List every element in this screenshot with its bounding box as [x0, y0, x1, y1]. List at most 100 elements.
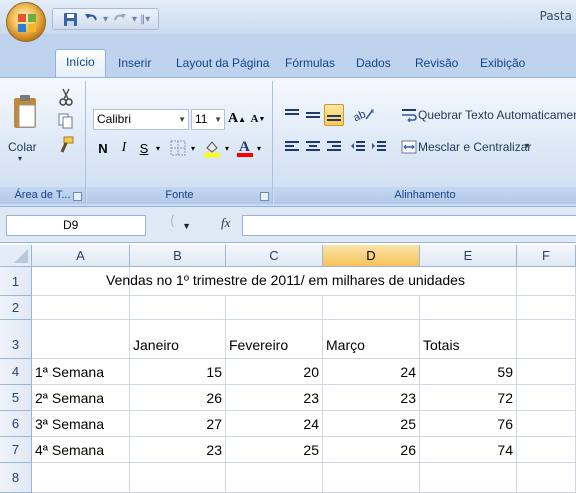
cell-f6[interactable] — [517, 411, 576, 437]
cell-f2[interactable] — [517, 296, 576, 320]
cell-b5[interactable]: 26 — [130, 385, 226, 411]
customize-qat-icon[interactable]: ‖▾ — [140, 14, 150, 25]
cell-c7[interactable]: 25 — [226, 437, 323, 463]
row-header-8[interactable]: 8 — [0, 463, 32, 493]
font-name-combo[interactable]: Calibri ▼ — [93, 109, 189, 130]
cell-f7[interactable] — [517, 437, 576, 463]
cell-b8[interactable] — [130, 463, 226, 493]
format-painter-icon[interactable] — [56, 135, 76, 155]
cell-a5[interactable]: 2ª Semana — [32, 385, 130, 411]
row-header-3[interactable]: 3 — [0, 320, 32, 359]
column-header-e[interactable]: E — [420, 245, 517, 267]
fill-color-dropdown-icon[interactable]: ▾ — [223, 137, 231, 159]
column-header-c[interactable]: C — [226, 245, 323, 267]
font-color-dropdown-icon[interactable]: ▾ — [255, 137, 263, 159]
cell-f3[interactable] — [517, 320, 576, 359]
tab-exibicao[interactable]: Exibição — [480, 51, 525, 75]
merge-center-icon[interactable] — [400, 137, 418, 157]
cell-d3[interactable]: Março — [323, 320, 420, 359]
cut-icon[interactable] — [56, 87, 76, 107]
shrink-font-icon[interactable]: A ▼ — [249, 108, 267, 130]
cell-d8[interactable] — [323, 463, 420, 493]
grow-font-icon[interactable]: A ▲ — [228, 108, 246, 130]
borders-dropdown-icon[interactable]: ▾ — [189, 137, 197, 159]
row-header-5[interactable]: 5 — [0, 385, 32, 411]
paste-dropdown-icon[interactable]: ▾ — [18, 154, 22, 163]
cell-b7[interactable]: 23 — [130, 437, 226, 463]
cell-d2[interactable] — [323, 296, 420, 320]
office-button[interactable] — [6, 2, 46, 42]
column-header-a[interactable]: A — [32, 245, 130, 267]
merge-center-dropdown-icon[interactable]: ▾ — [525, 141, 529, 150]
cell-d7[interactable]: 26 — [323, 437, 420, 463]
row-header-1[interactable]: 1 — [0, 267, 32, 296]
formula-input[interactable] — [242, 215, 576, 236]
row-header-4[interactable]: 4 — [0, 359, 32, 385]
merge-center-label[interactable]: Mesclar e Centralizar — [418, 140, 531, 154]
font-size-combo[interactable]: 11 ▼ — [191, 109, 225, 130]
cell-a3[interactable] — [32, 320, 130, 359]
column-header-d[interactable]: D — [323, 245, 420, 267]
cell-b4[interactable]: 15 — [130, 359, 226, 385]
underline-dropdown-icon[interactable]: ▾ — [153, 137, 163, 159]
paste-icon[interactable] — [10, 87, 40, 137]
align-left-icon[interactable] — [282, 136, 302, 158]
cell-c3[interactable]: Fevereiro — [226, 320, 323, 359]
cell-a7[interactable]: 4ª Semana — [32, 437, 130, 463]
fill-color-icon[interactable] — [201, 137, 223, 159]
cell-e5[interactable]: 72 — [420, 385, 517, 411]
column-header-f[interactable]: F — [517, 245, 576, 267]
save-icon[interactable] — [61, 10, 79, 28]
row-header-7[interactable]: 7 — [0, 437, 32, 463]
cell-c6[interactable]: 24 — [226, 411, 323, 437]
cell-b3[interactable]: Janeiro — [130, 320, 226, 359]
tab-inserir[interactable]: Inserir — [118, 51, 151, 75]
align-right-icon[interactable] — [324, 136, 344, 158]
decrease-indent-icon[interactable] — [348, 136, 368, 158]
cell-d5[interactable]: 23 — [323, 385, 420, 411]
increase-indent-icon[interactable] — [369, 136, 389, 158]
cell-e3[interactable]: Totais — [420, 320, 517, 359]
cell-c4[interactable]: 20 — [226, 359, 323, 385]
redo-icon[interactable] — [111, 10, 129, 28]
undo-icon[interactable] — [82, 10, 100, 28]
cell-c8[interactable] — [226, 463, 323, 493]
name-box[interactable]: D9 ▼ — [6, 215, 191, 236]
font-launcher-icon[interactable] — [260, 192, 269, 201]
redo-dropdown-icon[interactable]: ▾ — [132, 14, 137, 25]
cell-a8[interactable] — [32, 463, 130, 493]
select-all-corner[interactable] — [0, 245, 32, 267]
italic-button[interactable]: I — [115, 137, 133, 159]
wrap-text-label[interactable]: Quebrar Texto Automaticamente — [418, 108, 576, 122]
cell-d4[interactable]: 24 — [323, 359, 420, 385]
clipboard-launcher-icon[interactable] — [73, 192, 82, 201]
cell-b2[interactable] — [130, 296, 226, 320]
cell-a4[interactable]: 1ª Semana — [32, 359, 130, 385]
font-name-dropdown-icon[interactable]: ▼ — [178, 110, 186, 129]
cell-f5[interactable] — [517, 385, 576, 411]
paste-label[interactable]: Colar — [8, 140, 37, 154]
cell-a6[interactable]: 3ª Semana — [32, 411, 130, 437]
row-header-2[interactable]: 2 — [0, 296, 32, 320]
cell-c2[interactable] — [226, 296, 323, 320]
copy-icon[interactable] — [56, 111, 76, 131]
cell-a2[interactable] — [32, 296, 130, 320]
wrap-text-icon[interactable] — [400, 105, 418, 125]
tab-revisao[interactable]: Revisão — [415, 51, 458, 75]
cell-c5[interactable]: 23 — [226, 385, 323, 411]
cell-e7[interactable]: 74 — [420, 437, 517, 463]
undo-dropdown-icon[interactable]: ▾ — [103, 14, 108, 25]
insert-function-icon[interactable]: fx — [221, 215, 230, 231]
align-center-icon[interactable] — [303, 136, 323, 158]
tab-dados[interactable]: Dados — [356, 51, 391, 75]
borders-icon[interactable] — [167, 137, 189, 159]
cell-e6[interactable]: 76 — [420, 411, 517, 437]
cell-f4[interactable] — [517, 359, 576, 385]
cell-f8[interactable] — [517, 463, 576, 493]
align-middle-icon[interactable] — [303, 104, 323, 126]
font-color-icon[interactable]: A — [235, 137, 255, 159]
underline-button[interactable]: S — [135, 137, 153, 159]
cell-d6[interactable]: 25 — [323, 411, 420, 437]
row-header-6[interactable]: 6 — [0, 411, 32, 437]
orientation-icon[interactable]: ab — [350, 104, 378, 126]
